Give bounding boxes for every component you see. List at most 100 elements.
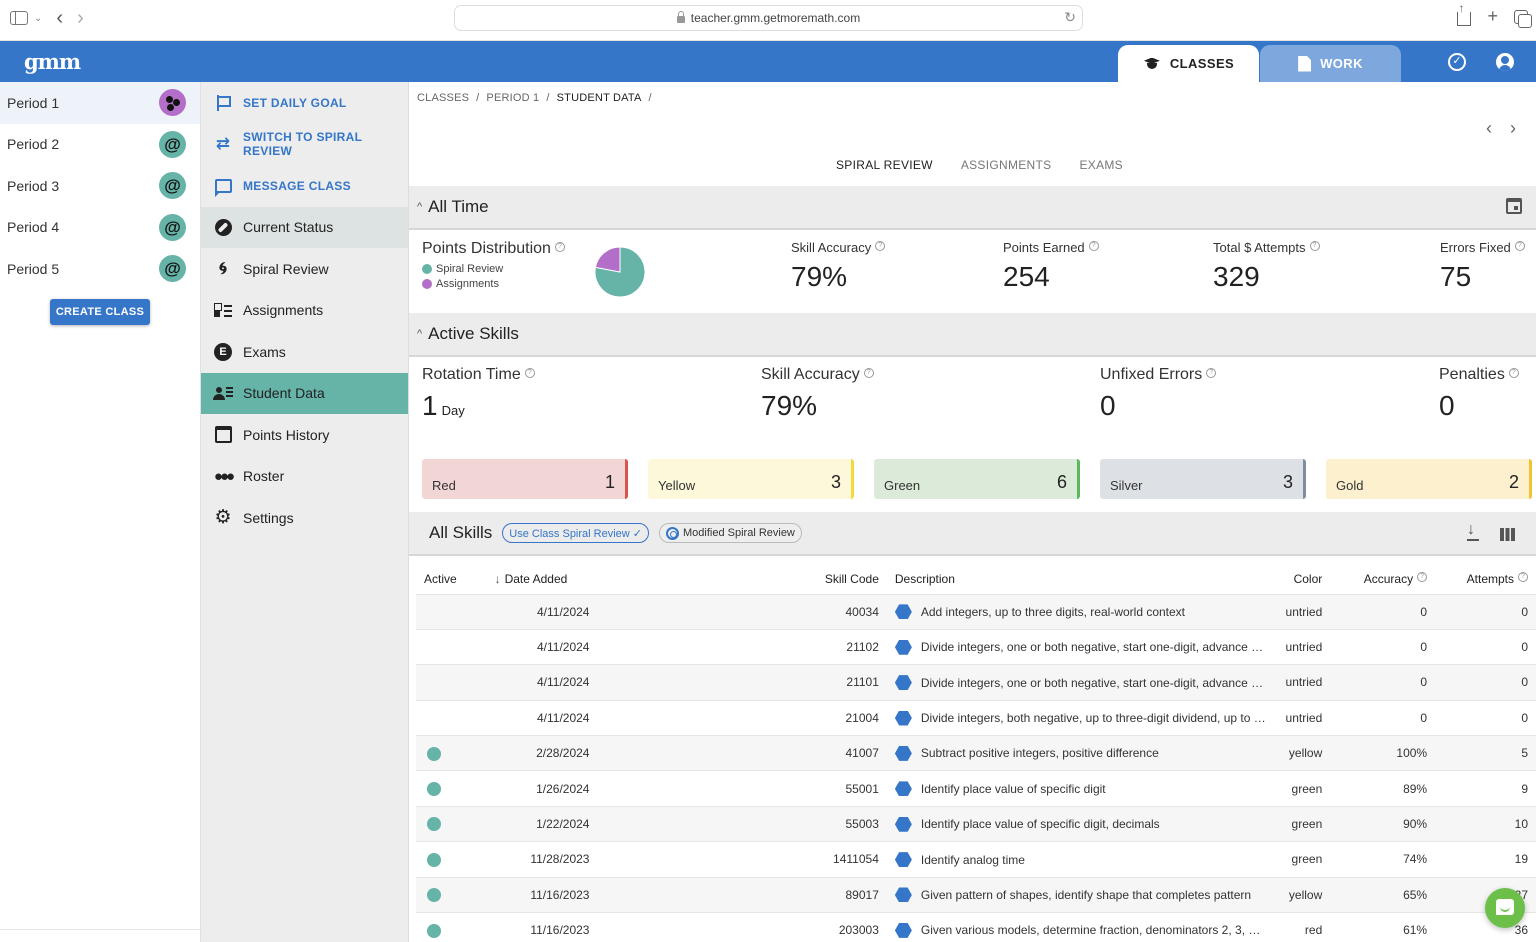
- tab-exams[interactable]: EXAMS: [1065, 150, 1137, 188]
- menu-item-settings[interactable]: ⚙ Settings: [201, 497, 408, 539]
- column-attempts[interactable]: Attempts?: [1435, 564, 1536, 595]
- table-row[interactable]: 11/16/2023 89017 Given pattern of shapes, …: [416, 877, 1536, 914]
- logo[interactable]: gmm: [24, 49, 81, 74]
- account-icon[interactable]: [1496, 53, 1514, 71]
- help-icon[interactable]: ?: [1309, 241, 1320, 251]
- color-card-yellow[interactable]: Yellow 3: [648, 459, 854, 499]
- breadcrumb-separator: /: [648, 92, 652, 104]
- table-row[interactable]: 4/11/2024 21101 Divide integers, one or bo…: [416, 664, 1536, 701]
- active-cell: [416, 664, 487, 701]
- date-cell: 4/11/2024: [486, 594, 598, 630]
- color-card-green[interactable]: Green 6: [874, 459, 1080, 499]
- breadcrumb: CLASSES / PERIOD 1 / STUDENT DATA /: [417, 92, 652, 104]
- set-daily-goal-button[interactable]: SET DAILY GOAL: [201, 82, 408, 124]
- address-bar[interactable]: teacher.gmm.getmoremath.com ↻: [454, 5, 1083, 31]
- share-icon[interactable]: [1457, 1, 1472, 26]
- table-row[interactable]: 2/28/2024 41007 Subtract positive integers…: [416, 735, 1536, 772]
- browser-toolbar: ⌄ ‹ › teacher.gmm.getmoremath.com ↻ +: [0, 0, 1536, 41]
- tab-classes[interactable]: CLASSES: [1118, 45, 1259, 82]
- table-row[interactable]: 1/22/2024 55003 Identify place value of sp…: [416, 806, 1536, 843]
- breadcrumb-classes[interactable]: CLASSES: [417, 92, 469, 104]
- column-description[interactable]: Description: [886, 564, 1278, 595]
- menu-item-assignments[interactable]: Assignments: [201, 290, 408, 332]
- active-indicator-icon[interactable]: [427, 782, 441, 797]
- breadcrumb-period[interactable]: PERIOD 1: [486, 92, 539, 104]
- help-icon[interactable]: ?: [1518, 571, 1528, 582]
- chevron-down-icon[interactable]: ⌄: [34, 13, 42, 24]
- check-circle-icon[interactable]: ✓: [1448, 53, 1466, 71]
- period-label: Period 2: [7, 136, 60, 153]
- color-card-gold[interactable]: Gold 2: [1326, 459, 1532, 499]
- table-row[interactable]: 11/28/2023 1411054 Identify analog time gre…: [416, 841, 1536, 878]
- menu-item-student-data[interactable]: Student Data: [201, 372, 408, 414]
- help-icon[interactable]: ?: [875, 241, 886, 251]
- message-class-button[interactable]: MESSAGE CLASS: [201, 165, 408, 207]
- help-icon[interactable]: ?: [1514, 241, 1525, 251]
- date-range-icon[interactable]: [1506, 198, 1522, 214]
- help-icon[interactable]: ?: [524, 368, 535, 378]
- help-icon[interactable]: ?: [1088, 241, 1099, 251]
- description-text: Divide integers, one or both negative, s…: [920, 675, 1264, 690]
- tab-assignments[interactable]: ASSIGNMENTS: [947, 150, 1066, 188]
- menu-item-exams[interactable]: E Exams: [201, 331, 408, 373]
- download-icon[interactable]: [1466, 521, 1480, 541]
- column-color[interactable]: Color: [1277, 564, 1331, 595]
- modified-spiral-review-chip[interactable]: Modified Spiral Review: [659, 523, 802, 543]
- chat-support-button[interactable]: [1485, 888, 1525, 928]
- pie-slice-assignments[interactable]: [594, 246, 621, 273]
- color-card-silver[interactable]: Silver 3: [1100, 459, 1306, 499]
- switch-to-spiral-review-button[interactable]: ⇄ SWITCH TO SPIRAL REVIEW: [201, 124, 408, 166]
- menu-item-current-status[interactable]: Current Status: [201, 206, 408, 248]
- color-card-red[interactable]: Red 1: [422, 459, 628, 499]
- active-skills-toggle[interactable]: ^ Active Skills: [417, 324, 519, 344]
- back-icon[interactable]: ‹: [56, 8, 63, 28]
- new-tab-icon[interactable]: +: [1487, 6, 1498, 27]
- column-active[interactable]: Active: [416, 564, 487, 595]
- column-date-added[interactable]: ↓ Date Added: [486, 564, 598, 595]
- spiral-icon: @: [164, 134, 181, 154]
- tab-classes-label: CLASSES: [1169, 56, 1235, 71]
- column-accuracy[interactable]: Accuracy?: [1330, 564, 1436, 595]
- active-indicator-icon[interactable]: [427, 888, 441, 903]
- tab-overview-icon[interactable]: [1514, 9, 1532, 28]
- previous-icon[interactable]: ‹: [1486, 118, 1492, 139]
- period-item[interactable]: Period 3 @: [0, 165, 200, 207]
- period-item[interactable]: Period 5 @: [0, 248, 200, 290]
- menu-item-roster[interactable]: ●●● Roster: [201, 456, 408, 498]
- forward-icon[interactable]: ›: [77, 8, 84, 28]
- all-time-toggle[interactable]: ^ All Time: [417, 197, 489, 217]
- table-row[interactable]: 1/26/2024 55001 Identify place value of sp…: [416, 770, 1536, 807]
- menu-item-spiral-review[interactable]: 🌀︎ Spiral Review: [201, 248, 408, 290]
- columns-icon[interactable]: [1500, 528, 1515, 541]
- table-row[interactable]: 4/11/2024 40034 Add integers, up to three …: [416, 594, 1536, 630]
- help-icon[interactable]: ?: [863, 368, 874, 378]
- next-icon[interactable]: ›: [1510, 118, 1516, 139]
- help-icon[interactable]: ?: [1508, 368, 1519, 378]
- lock-icon: [676, 10, 685, 23]
- active-indicator-icon[interactable]: [427, 923, 441, 938]
- tab-work[interactable]: WORK: [1260, 45, 1401, 82]
- sidebar-toggle-icon[interactable]: [10, 11, 28, 25]
- color-cell: red: [1277, 912, 1331, 942]
- period-item[interactable]: Period 1: [0, 82, 200, 124]
- tab-spiral-review[interactable]: SPIRAL REVIEW: [822, 150, 947, 188]
- help-icon[interactable]: ?: [554, 242, 565, 252]
- spiral-icon: @: [164, 259, 181, 279]
- menu-item-points-history[interactable]: Points History: [201, 414, 408, 456]
- create-class-button[interactable]: CREATE CLASS: [50, 298, 150, 325]
- table-row[interactable]: 4/11/2024 21102 Divide integers, one or bo…: [416, 629, 1536, 666]
- active-indicator-icon[interactable]: [427, 852, 441, 867]
- help-icon[interactable]: ?: [1206, 368, 1217, 378]
- active-indicator-icon[interactable]: [427, 817, 441, 832]
- period-item[interactable]: Period 4 @: [0, 207, 200, 249]
- use-class-spiral-review-chip[interactable]: Use Class Spiral Review ✓: [502, 523, 649, 543]
- help-icon[interactable]: ?: [1417, 571, 1428, 582]
- active-indicator-icon[interactable]: [427, 746, 441, 761]
- period-item[interactable]: Period 2 @: [0, 124, 200, 166]
- table-row[interactable]: 4/11/2024 21004 Divide integers, both nega…: [416, 700, 1536, 737]
- color-card-label: Red: [432, 478, 456, 493]
- reload-icon[interactable]: ↻: [1064, 9, 1076, 26]
- table-row[interactable]: 11/16/2023 203003 Given various models, de…: [416, 912, 1536, 942]
- stat-label: Unfixed Errors: [1100, 366, 1203, 383]
- column-skill-code[interactable]: Skill Code: [597, 564, 887, 595]
